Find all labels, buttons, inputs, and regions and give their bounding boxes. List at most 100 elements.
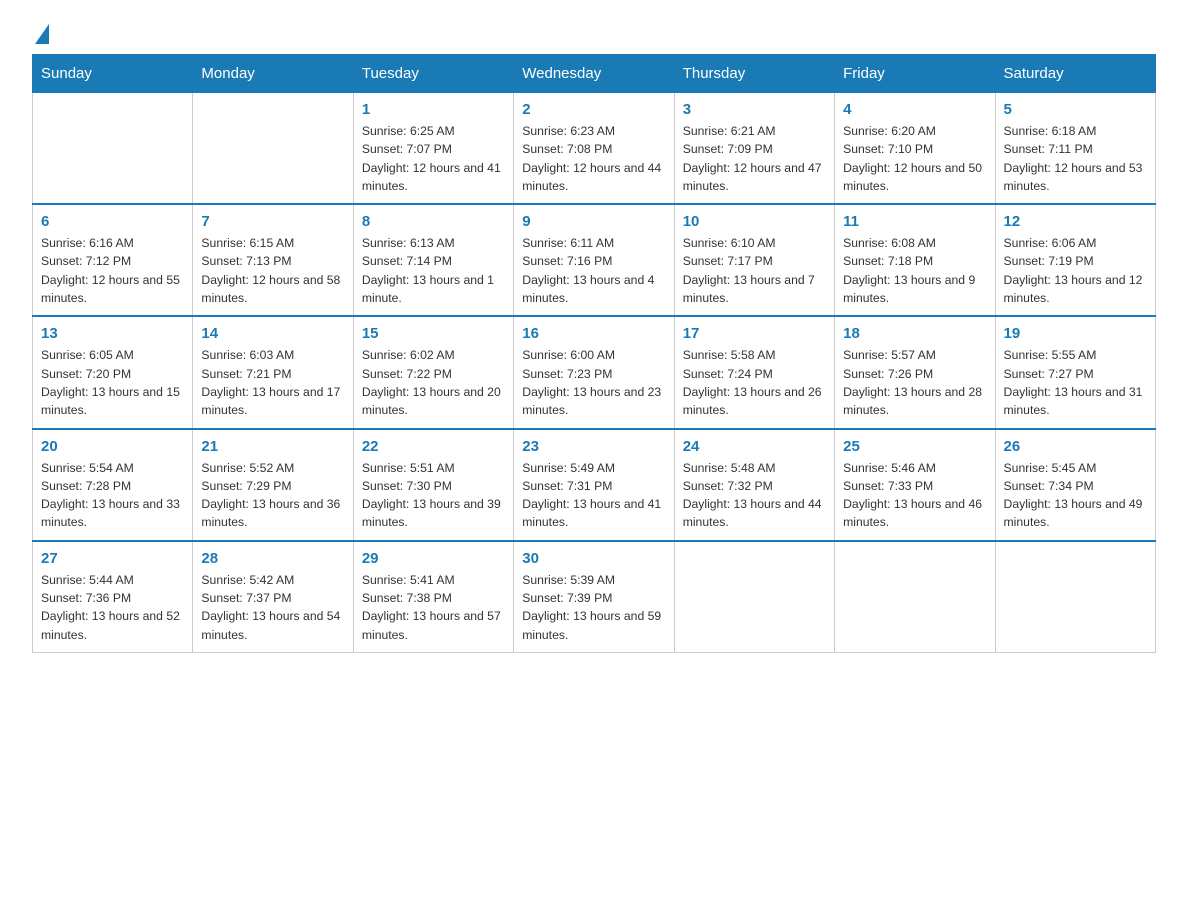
calendar-week-row: 20 Sunrise: 5:54 AMSunset: 7:28 PMDayligh… [33,429,1156,541]
day-info: Sunrise: 6:03 AMSunset: 7:21 PMDaylight:… [201,346,344,419]
day-number: 21 [201,438,344,455]
calendar-cell: 5 Sunrise: 6:18 AMSunset: 7:11 PMDaylight… [995,93,1155,205]
day-number: 11 [843,213,986,230]
calendar-cell: 26Sunrise: 5:45 AMSunset: 7:34 PMDayligh… [995,429,1155,541]
day-info: Sunrise: 6:13 AMSunset: 7:14 PMDaylight:… [362,234,505,307]
day-info: Sunrise: 5:58 AMSunset: 7:24 PMDaylight:… [683,346,826,419]
day-info: Sunrise: 6:21 AMSunset: 7:09 PMDaylight:… [683,122,826,195]
calendar-cell: 9Sunrise: 6:11 AMSunset: 7:16 PMDaylight… [514,204,674,316]
day-info: Sunrise: 6:06 AMSunset: 7:19 PMDaylight:… [1004,234,1147,307]
day-number: 17 [683,325,826,342]
weekday-header-thursday: Thursday [674,55,834,93]
calendar-cell: 14 Sunrise: 6:03 AMSunset: 7:21 PMDayligh… [193,316,353,428]
calendar-cell: 22 Sunrise: 5:51 AMSunset: 7:30 PMDayligh… [353,429,513,541]
page-header [32,24,1156,38]
calendar-cell [995,541,1155,653]
day-number: 25 [843,438,986,455]
weekday-header-row: SundayMondayTuesdayWednesdayThursdayFrid… [33,55,1156,93]
day-info: Sunrise: 5:46 AMSunset: 7:33 PMDaylight:… [843,459,986,532]
calendar-cell: 24 Sunrise: 5:48 AMSunset: 7:32 PMDayligh… [674,429,834,541]
day-number: 22 [362,438,505,455]
day-number: 16 [522,325,665,342]
calendar-cell: 6 Sunrise: 6:16 AMSunset: 7:12 PMDaylight… [33,204,193,316]
day-number: 23 [522,438,665,455]
calendar-cell: 29 Sunrise: 5:41 AMSunset: 7:38 PMDayligh… [353,541,513,653]
calendar-cell: 2 Sunrise: 6:23 AMSunset: 7:08 PMDaylight… [514,93,674,205]
day-number: 14 [201,325,344,342]
weekday-header-tuesday: Tuesday [353,55,513,93]
calendar-week-row: 1 Sunrise: 6:25 AMSunset: 7:07 PMDaylight… [33,93,1156,205]
calendar-week-row: 27 Sunrise: 5:44 AMSunset: 7:36 PMDayligh… [33,541,1156,653]
day-info: Sunrise: 6:23 AMSunset: 7:08 PMDaylight:… [522,122,665,195]
calendar-cell: 28 Sunrise: 5:42 AMSunset: 7:37 PMDayligh… [193,541,353,653]
day-info: Sunrise: 5:54 AMSunset: 7:28 PMDaylight:… [41,459,184,532]
day-number: 15 [362,325,505,342]
day-info: Sunrise: 5:57 AMSunset: 7:26 PMDaylight:… [843,346,986,419]
calendar-cell: 25 Sunrise: 5:46 AMSunset: 7:33 PMDayligh… [835,429,995,541]
calendar-week-row: 13Sunrise: 6:05 AMSunset: 7:20 PMDayligh… [33,316,1156,428]
day-number: 10 [683,213,826,230]
day-number: 18 [843,325,986,342]
day-info: Sunrise: 6:16 AMSunset: 7:12 PMDaylight:… [41,234,184,307]
calendar-cell: 4 Sunrise: 6:20 AMSunset: 7:10 PMDaylight… [835,93,995,205]
day-info: Sunrise: 6:08 AMSunset: 7:18 PMDaylight:… [843,234,986,307]
calendar-cell: 13Sunrise: 6:05 AMSunset: 7:20 PMDayligh… [33,316,193,428]
calendar-cell: 8Sunrise: 6:13 AMSunset: 7:14 PMDaylight… [353,204,513,316]
calendar-cell: 30 Sunrise: 5:39 AMSunset: 7:39 PMDayligh… [514,541,674,653]
day-info: Sunrise: 6:11 AMSunset: 7:16 PMDaylight:… [522,234,665,307]
day-number: 12 [1004,213,1147,230]
day-info: Sunrise: 5:52 AMSunset: 7:29 PMDaylight:… [201,459,344,532]
day-info: Sunrise: 5:51 AMSunset: 7:30 PMDaylight:… [362,459,505,532]
calendar-cell [674,541,834,653]
weekday-header-monday: Monday [193,55,353,93]
calendar-cell: 20 Sunrise: 5:54 AMSunset: 7:28 PMDayligh… [33,429,193,541]
day-info: Sunrise: 5:39 AMSunset: 7:39 PMDaylight:… [522,571,665,644]
day-info: Sunrise: 5:41 AMSunset: 7:38 PMDaylight:… [362,571,505,644]
day-number: 4 [843,101,986,118]
calendar-cell: 19 Sunrise: 5:55 AMSunset: 7:27 PMDayligh… [995,316,1155,428]
calendar-cell: 18 Sunrise: 5:57 AMSunset: 7:26 PMDayligh… [835,316,995,428]
calendar-cell: 11 Sunrise: 6:08 AMSunset: 7:18 PMDayligh… [835,204,995,316]
calendar-cell [33,93,193,205]
calendar-cell: 7 Sunrise: 6:15 AMSunset: 7:13 PMDaylight… [193,204,353,316]
day-info: Sunrise: 6:00 AMSunset: 7:23 PMDaylight:… [522,346,665,419]
calendar-cell: 15 Sunrise: 6:02 AMSunset: 7:22 PMDayligh… [353,316,513,428]
day-number: 13 [41,325,184,342]
day-info: Sunrise: 6:10 AMSunset: 7:17 PMDaylight:… [683,234,826,307]
day-number: 6 [41,213,184,230]
calendar-cell [835,541,995,653]
day-info: Sunrise: 6:02 AMSunset: 7:22 PMDaylight:… [362,346,505,419]
day-number: 30 [522,550,665,567]
logo [32,24,51,38]
calendar-cell: 23Sunrise: 5:49 AMSunset: 7:31 PMDayligh… [514,429,674,541]
calendar-table: SundayMondayTuesdayWednesdayThursdayFrid… [32,54,1156,653]
day-info: Sunrise: 6:20 AMSunset: 7:10 PMDaylight:… [843,122,986,195]
day-info: Sunrise: 5:42 AMSunset: 7:37 PMDaylight:… [201,571,344,644]
weekday-header-saturday: Saturday [995,55,1155,93]
calendar-cell: 17 Sunrise: 5:58 AMSunset: 7:24 PMDayligh… [674,316,834,428]
day-info: Sunrise: 5:55 AMSunset: 7:27 PMDaylight:… [1004,346,1147,419]
day-number: 1 [362,101,505,118]
day-info: Sunrise: 5:48 AMSunset: 7:32 PMDaylight:… [683,459,826,532]
calendar-cell: 21 Sunrise: 5:52 AMSunset: 7:29 PMDayligh… [193,429,353,541]
day-number: 5 [1004,101,1147,118]
day-number: 27 [41,550,184,567]
logo-triangle-icon [35,24,49,44]
day-number: 28 [201,550,344,567]
day-number: 29 [362,550,505,567]
day-number: 26 [1004,438,1147,455]
day-number: 24 [683,438,826,455]
day-number: 19 [1004,325,1147,342]
calendar-cell: 1 Sunrise: 6:25 AMSunset: 7:07 PMDaylight… [353,93,513,205]
calendar-week-row: 6 Sunrise: 6:16 AMSunset: 7:12 PMDaylight… [33,204,1156,316]
calendar-cell: 3Sunrise: 6:21 AMSunset: 7:09 PMDaylight… [674,93,834,205]
calendar-cell: 12 Sunrise: 6:06 AMSunset: 7:19 PMDayligh… [995,204,1155,316]
calendar-cell: 10 Sunrise: 6:10 AMSunset: 7:17 PMDayligh… [674,204,834,316]
day-number: 20 [41,438,184,455]
day-info: Sunrise: 5:44 AMSunset: 7:36 PMDaylight:… [41,571,184,644]
day-info: Sunrise: 6:15 AMSunset: 7:13 PMDaylight:… [201,234,344,307]
day-number: 2 [522,101,665,118]
day-number: 7 [201,213,344,230]
day-info: Sunrise: 6:18 AMSunset: 7:11 PMDaylight:… [1004,122,1147,195]
day-info: Sunrise: 6:25 AMSunset: 7:07 PMDaylight:… [362,122,505,195]
